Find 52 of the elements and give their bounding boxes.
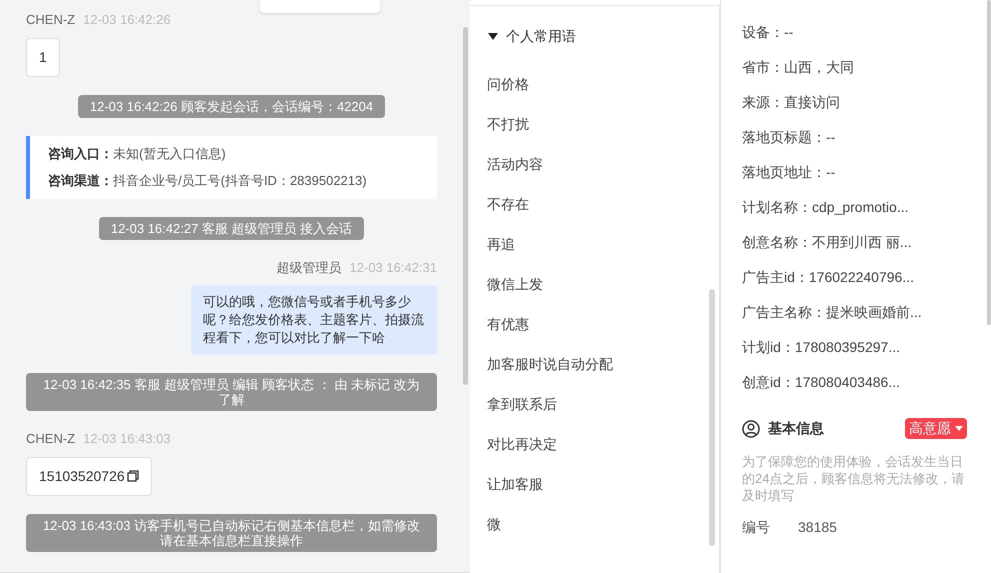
detail-row-text: 广告主id：176022240796... bbox=[742, 268, 915, 287]
sender-name: CHEN-Z bbox=[26, 430, 76, 448]
field-value: 38185 bbox=[798, 518, 837, 537]
system-notice: 12-03 16:42:35 客服 超级管理员 编辑 顾客状态 ： 由 未标记 改为了解 bbox=[26, 373, 437, 411]
phrase-item[interactable]: 活动内容 bbox=[470, 144, 719, 184]
sender-name: 超级管理员 bbox=[276, 258, 342, 276]
user-icon bbox=[742, 420, 760, 438]
detail-row-text: 设备：-- bbox=[742, 23, 794, 42]
detail-row-text: 创意名称：不用到川西 丽... bbox=[742, 233, 913, 252]
phrase-item[interactable]: 拿到联系后 bbox=[470, 384, 719, 424]
phrase-item[interactable]: 加客服时说自动分配 bbox=[470, 344, 719, 384]
scrollbar[interactable] bbox=[463, 27, 468, 385]
detail-row-text: 来源：直接访问 bbox=[742, 93, 841, 112]
message-bubble: 15103520726 bbox=[26, 456, 152, 496]
scrollbar[interactable] bbox=[987, 0, 991, 325]
info-value: 未知(暂无入口信息) bbox=[113, 144, 226, 163]
message-time: 12-03 16:42:26 bbox=[83, 11, 171, 29]
system-notice: 12-03 16:43:03 访客手机号已自动标记右侧基本信息栏，如需修改请在基本信息栏直接操作 bbox=[26, 514, 437, 552]
system-notice: 12-03 16:42:27 客服 超级管理员 接入会话 bbox=[98, 216, 364, 240]
detail-row-text: 落地页标题：-- bbox=[742, 128, 836, 147]
intent-tag[interactable]: 高意愿 bbox=[905, 418, 967, 439]
detail-row-text: 落地页地址：-- bbox=[742, 163, 836, 182]
copy-icon[interactable] bbox=[126, 470, 139, 482]
detail-row-text: 计划名称：cdp_promotio... bbox=[742, 198, 910, 217]
phrase-item[interactable]: 微 bbox=[470, 504, 719, 544]
phrase-item[interactable]: 再追 bbox=[470, 224, 719, 264]
message-bubble: 可以的哦，您微信号或者手机号多少呢？给您发价格表、主题客片、拍摄流程看下，您可以对比了解一下哈 bbox=[191, 285, 437, 355]
info-value: 抖音企业号/员工号(抖音号ID：2839502213) bbox=[113, 172, 367, 190]
phrase-item[interactable]: 微信上发 bbox=[470, 264, 719, 304]
scrollbar[interactable] bbox=[709, 289, 715, 546]
caret-icon bbox=[955, 426, 963, 431]
phrase-item[interactable]: 有优惠 bbox=[470, 304, 719, 344]
detail-row-text: 广告主名称：提米映画婚前... bbox=[742, 303, 923, 322]
sender-name: CHEN-Z bbox=[26, 11, 76, 29]
field-label: 编号 bbox=[742, 518, 771, 537]
detail-row-text: 创意id：178080403486... bbox=[742, 373, 901, 392]
detail-row-text: 计划id：178080395297... bbox=[742, 338, 901, 357]
section-title: 基本信息 bbox=[768, 419, 824, 438]
info-label: 咨询入口： bbox=[48, 144, 113, 162]
detail-row-text: 省市：山西，大同 bbox=[742, 58, 855, 77]
system-notice: 12-03 16:42:26 顾客发起会话，会话编号：42204 bbox=[78, 94, 386, 118]
phrase-item[interactable]: 问价格 bbox=[470, 64, 719, 104]
info-label: 咨询渠道： bbox=[48, 172, 113, 190]
phrase-group-header[interactable]: 个人常用语 bbox=[488, 26, 576, 47]
notice-text: 为了保障您的使用体验，会话发生当日的24点之后，顾客信息将无法修改，请及时填写 bbox=[742, 453, 966, 504]
phrase-item[interactable]: 不打扰 bbox=[470, 104, 719, 144]
phrase-item[interactable]: 对比再决定 bbox=[470, 424, 719, 464]
message-bubble: 1 bbox=[26, 38, 60, 76]
phrase-item[interactable]: 让加客服 bbox=[470, 464, 719, 504]
phrase-item[interactable]: 不存在 bbox=[470, 184, 719, 224]
message-time: 12-03 16:43:03 bbox=[83, 430, 171, 448]
message-time: 12-03 16:42:31 bbox=[350, 258, 437, 276]
